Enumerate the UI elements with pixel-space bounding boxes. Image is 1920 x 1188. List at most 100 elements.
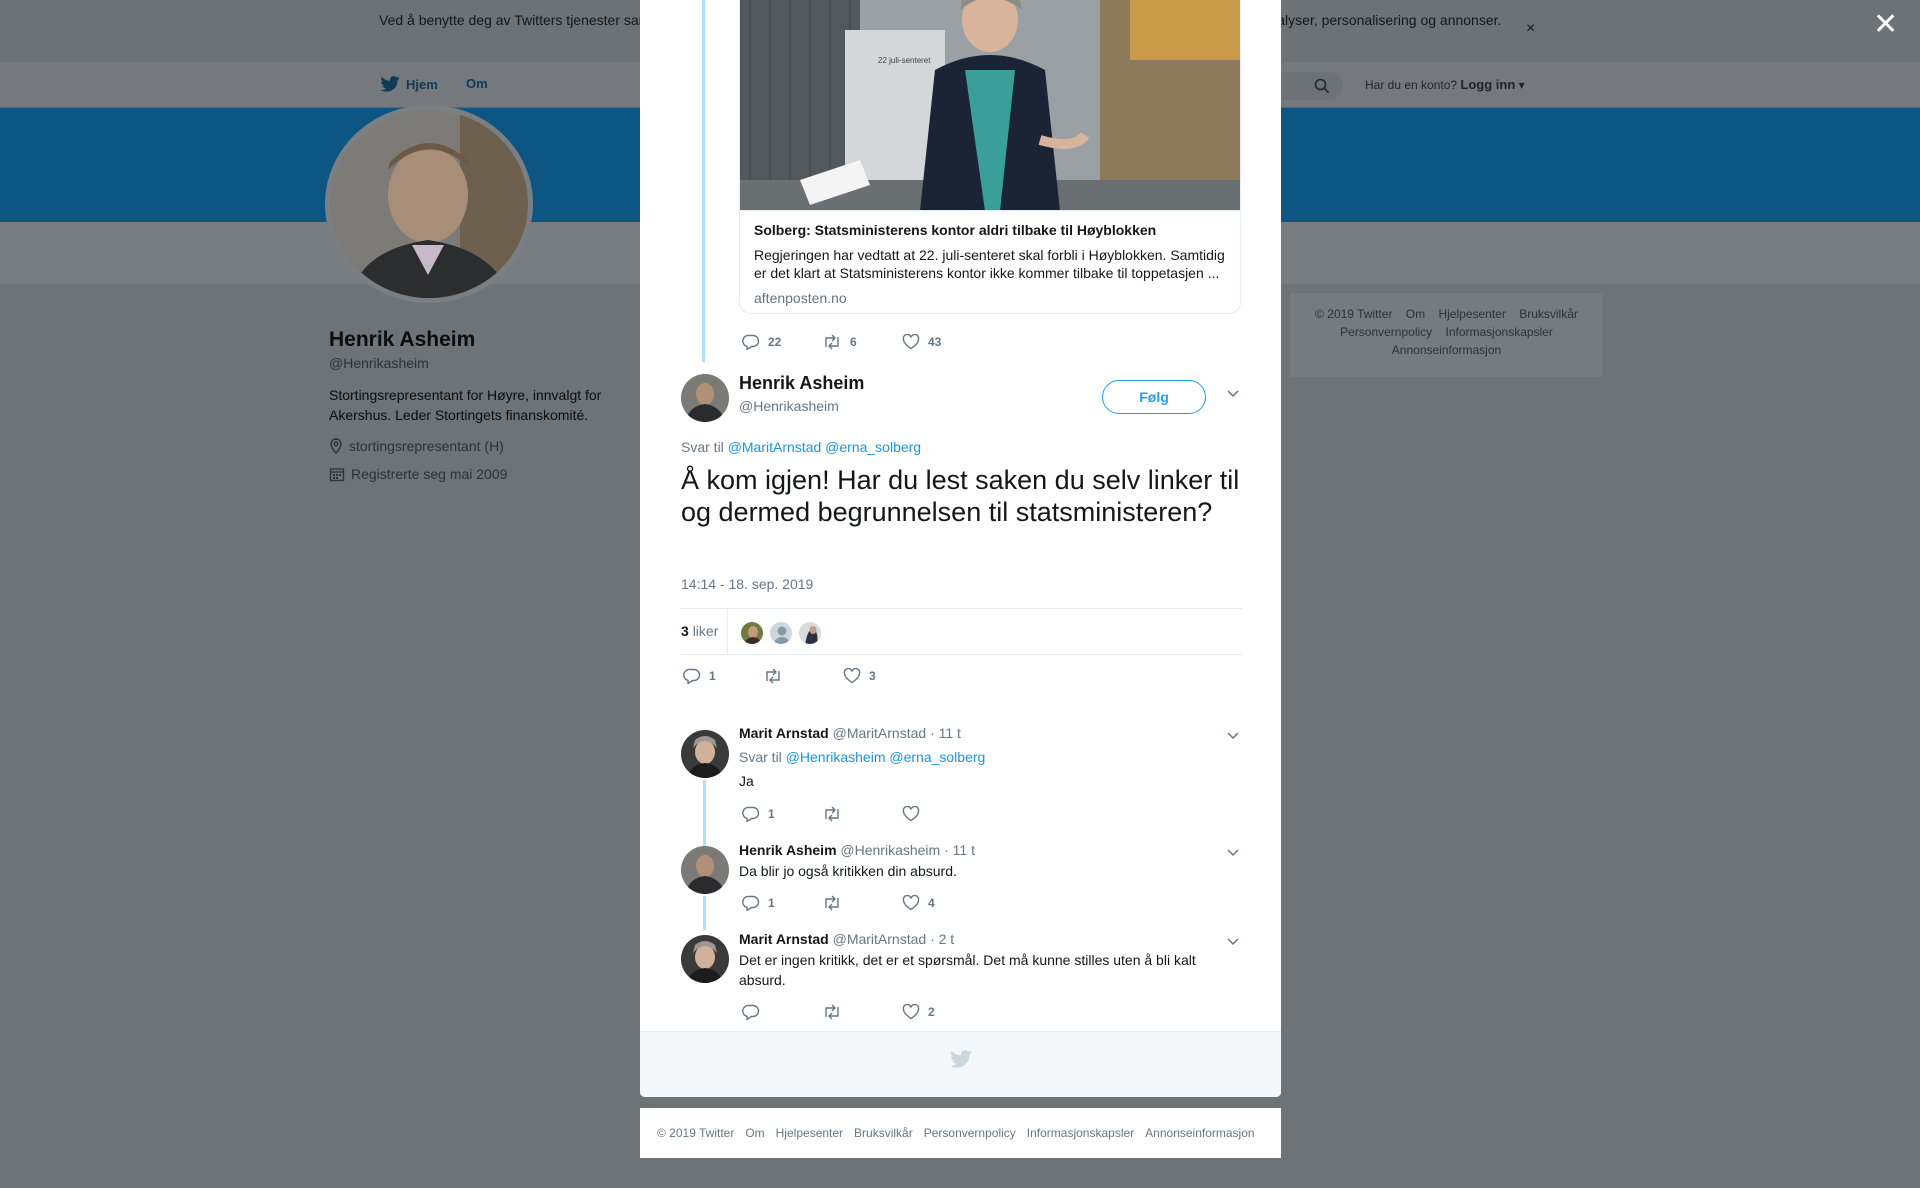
thread-line: [703, 896, 706, 930]
retweet-icon: [766, 668, 780, 684]
reply-button[interactable]: 22: [742, 334, 822, 350]
footer-about[interactable]: Om: [745, 1126, 764, 1140]
reply-author-name[interactable]: Marit Arnstad: [739, 725, 829, 741]
reply-time[interactable]: · 11 t: [944, 842, 975, 858]
profile-handle: @Henrikasheim: [329, 355, 429, 371]
like-button[interactable]: 43: [902, 334, 982, 350]
reply-button[interactable]: 1: [683, 668, 763, 684]
footer-terms[interactable]: Bruksvilkår: [854, 1126, 913, 1140]
modal-footer: [640, 1031, 1281, 1097]
main-tweet-timestamp[interactable]: 14:14 - 18. sep. 2019: [681, 576, 813, 592]
nav-about[interactable]: Om: [466, 76, 488, 91]
profile-avatar[interactable]: [325, 105, 533, 303]
location-icon: [330, 438, 342, 454]
like-button[interactable]: 2: [902, 1004, 982, 1020]
caret-down-icon: ▾: [1515, 78, 1525, 92]
reply-actions: 1: [742, 806, 982, 822]
reply-time[interactable]: · 2 t: [930, 931, 954, 947]
close-icon[interactable]: ✕: [1873, 10, 1898, 40]
side-footer-about[interactable]: Om: [1406, 307, 1425, 321]
reply-button[interactable]: 1: [742, 806, 822, 822]
footer-help[interactable]: Hjelpesenter: [776, 1126, 843, 1140]
main-tweet-stats: 3 liker: [681, 608, 1242, 655]
retweet-button[interactable]: [822, 895, 902, 911]
retweet-button[interactable]: [822, 806, 902, 822]
like-button[interactable]: [902, 806, 982, 822]
likes-summary-count: 3: [681, 623, 689, 639]
twitter-bird-icon: [380, 76, 400, 92]
reply-avatar[interactable]: [681, 730, 729, 778]
footer-privacy[interactable]: Personvernpolicy: [924, 1126, 1016, 1140]
like-button[interactable]: 4: [902, 895, 982, 911]
tweet-modal: 22 juli-senteret Solberg: Statsministere…: [640, 0, 1281, 1097]
retweet-button[interactable]: [763, 668, 843, 684]
thread-line: [703, 780, 706, 848]
footer-ads[interactable]: Annonseinformasjon: [1145, 1126, 1254, 1140]
card-description: Regjeringen har vedtatt at 22. juli-sent…: [754, 247, 1225, 281]
retweet-icon: [825, 895, 839, 911]
reply-author-handle[interactable]: @MaritArnstad: [833, 725, 927, 741]
reply-time[interactable]: · 11 t: [930, 725, 961, 741]
profile-bio: Stortingsrepresentant for Høyre, innvalg…: [329, 387, 602, 423]
liker-avatar[interactable]: [798, 621, 822, 645]
retweet-icon: [825, 1004, 839, 1020]
retweet-icon: [825, 334, 839, 350]
liker-avatar[interactable]: [740, 621, 764, 645]
reply-to-prefix: Svar til: [739, 749, 782, 765]
retweet-button[interactable]: 6: [822, 334, 902, 350]
chevron-down-icon[interactable]: [1226, 730, 1240, 744]
login-link[interactable]: Logg inn: [1460, 77, 1515, 92]
reply-to-mentions[interactable]: @Henrikasheim @erna_solberg: [786, 749, 986, 765]
avatar-image: [681, 374, 729, 422]
reply-count: 1: [709, 669, 716, 683]
likes-summary[interactable]: 3 liker: [681, 623, 718, 639]
like-icon: [902, 895, 920, 911]
main-tweet-author-handle[interactable]: @Henrikasheim: [739, 398, 839, 414]
reply-author-handle[interactable]: @MaritArnstad: [833, 931, 927, 947]
reply-button[interactable]: [742, 1004, 822, 1020]
card-title: Solberg: Statsministerens kontor aldri t…: [754, 222, 1157, 238]
chevron-down-icon[interactable]: [1226, 388, 1240, 402]
side-footer-help[interactable]: Hjelpesenter: [1438, 307, 1505, 321]
reply-button[interactable]: 1: [742, 895, 822, 911]
reply-to-mentions[interactable]: @MaritArnstad @erna_solberg: [728, 439, 921, 455]
nav-home[interactable]: Hjem: [380, 76, 438, 92]
like-count: 2: [928, 1005, 935, 1019]
reply-icon: [742, 806, 760, 822]
follow-button[interactable]: Følg: [1102, 380, 1206, 414]
reply-header: Henrik Asheim @Henrikasheim · 11 t: [739, 842, 975, 858]
link-card-image[interactable]: 22 juli-senteret: [739, 0, 1241, 211]
link-card[interactable]: Solberg: Statsministerens kontor aldri t…: [739, 210, 1241, 314]
main-tweet-text: Å kom igjen! Har du lest saken du selv l…: [681, 465, 1240, 527]
reply-avatar[interactable]: [681, 935, 729, 983]
reply-author-name[interactable]: Henrik Asheim: [739, 842, 837, 858]
profile-location-text: stortingsrepresentant (H): [349, 438, 504, 454]
profile-location: stortingsrepresentant (H): [329, 438, 504, 454]
main-tweet-avatar[interactable]: [681, 374, 729, 422]
side-footer-cookies[interactable]: Informasjonskapsler: [1446, 325, 1553, 339]
page-footer: © 2019 Twitter Om Hjelpesenter Bruksvilk…: [640, 1108, 1281, 1158]
reply-icon: [683, 668, 701, 684]
side-footer-ads[interactable]: Annonseinformasjon: [1392, 343, 1501, 357]
side-footer-terms[interactable]: Bruksvilkår: [1519, 307, 1578, 321]
profile-joined: Registrerte seg mai 2009: [329, 466, 507, 482]
search-icon[interactable]: [1314, 78, 1330, 94]
main-tweet-author-name[interactable]: Henrik Asheim: [739, 373, 864, 394]
side-footer-privacy[interactable]: Personvernpolicy: [1340, 325, 1432, 339]
reply-author-name[interactable]: Marit Arnstad: [739, 931, 829, 947]
like-button[interactable]: 3: [843, 668, 923, 684]
reply-author-handle[interactable]: @Henrikasheim: [840, 842, 940, 858]
reply-avatar[interactable]: [681, 846, 729, 894]
footer-cookies[interactable]: Informasjonskapsler: [1027, 1126, 1134, 1140]
login-area[interactable]: Har du en konto? Logg inn ▾: [1365, 77, 1525, 92]
reply-reply-to: Svar til @Henrikasheim @erna_solberg: [739, 749, 985, 765]
chevron-down-icon[interactable]: [1226, 847, 1240, 861]
side-footer-copyright: © 2019 Twitter: [1315, 307, 1393, 321]
card-image-sign: 22 juli-senteret: [878, 56, 931, 65]
retweet-button[interactable]: [822, 1004, 902, 1020]
liker-avatar[interactable]: [769, 621, 793, 645]
chevron-down-icon[interactable]: [1226, 936, 1240, 950]
cookie-close-icon[interactable]: ×: [1526, 20, 1535, 38]
profile-name: Henrik Asheim: [329, 328, 476, 351]
card-photo: [740, 0, 1240, 210]
